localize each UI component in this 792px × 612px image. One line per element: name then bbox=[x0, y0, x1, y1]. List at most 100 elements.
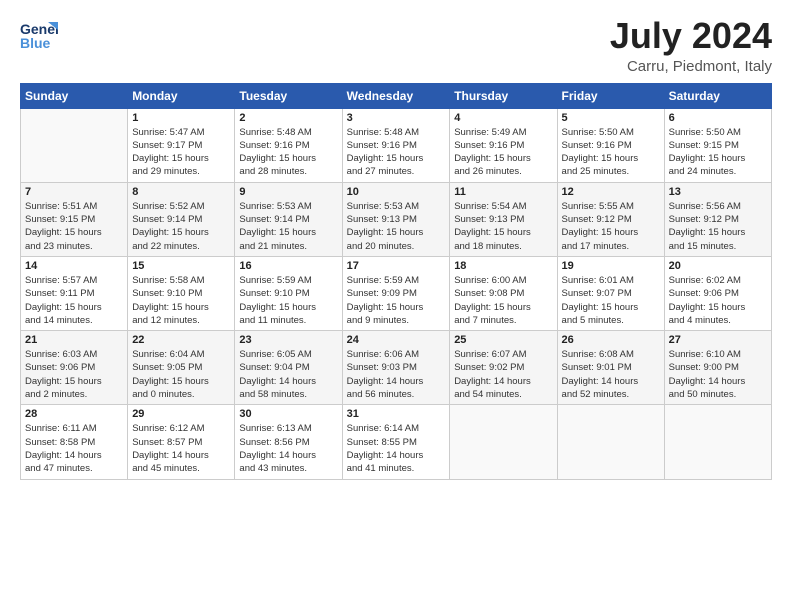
location: Carru, Piedmont, Italy bbox=[610, 58, 772, 75]
table-row: 9Sunrise: 5:53 AM Sunset: 9:14 PM Daylig… bbox=[235, 182, 342, 256]
day-info: Sunrise: 5:54 AM Sunset: 9:13 PM Dayligh… bbox=[454, 200, 552, 253]
day-number: 29 bbox=[132, 408, 230, 420]
day-info: Sunrise: 5:59 AM Sunset: 9:10 PM Dayligh… bbox=[239, 274, 337, 327]
day-number: 8 bbox=[132, 186, 230, 198]
day-info: Sunrise: 6:07 AM Sunset: 9:02 PM Dayligh… bbox=[454, 348, 552, 401]
col-monday: Monday bbox=[128, 83, 235, 108]
calendar-week-row: 14 Sunrise: 5:57 AM Sunset: 9:11 PM Dayli… bbox=[21, 256, 772, 330]
table-row: 26 Sunrise: 6:08 AM Sunset: 9:01 PM Dayli… bbox=[557, 331, 664, 405]
table-row: 3 Sunrise: 5:48 AM Sunset: 9:16 PM Daylig… bbox=[342, 108, 450, 182]
day-number: 20 bbox=[669, 260, 767, 272]
day-info: Sunrise: 5:48 AM Sunset: 9:16 PM Dayligh… bbox=[347, 126, 446, 179]
day-number: 24 bbox=[347, 334, 446, 346]
day-number: 4 bbox=[454, 112, 552, 124]
table-row bbox=[664, 405, 771, 479]
day-info: Sunrise: 5:49 AM Sunset: 9:16 PM Dayligh… bbox=[454, 126, 552, 179]
day-info: Sunrise: 5:48 AM Sunset: 9:16 PM Dayligh… bbox=[239, 126, 337, 179]
day-number: 11 bbox=[454, 186, 552, 198]
day-number: 31 bbox=[347, 408, 446, 420]
col-saturday: Saturday bbox=[664, 83, 771, 108]
day-number: 12 bbox=[562, 186, 660, 198]
day-number: 9 bbox=[239, 186, 337, 198]
table-row: 7 Sunrise: 5:51 AM Sunset: 9:15 PM Daylig… bbox=[21, 182, 128, 256]
day-number: 5 bbox=[562, 112, 660, 124]
day-info: Sunrise: 6:01 AM Sunset: 9:07 PM Dayligh… bbox=[562, 274, 660, 327]
day-number: 10 bbox=[347, 186, 446, 198]
day-info: Sunrise: 5:50 AM Sunset: 9:15 PM Dayligh… bbox=[669, 126, 767, 179]
day-number: 27 bbox=[669, 334, 767, 346]
day-number: 2 bbox=[239, 112, 337, 124]
day-number: 23 bbox=[239, 334, 337, 346]
calendar-week-row: 28 Sunrise: 6:11 AM Sunset: 8:58 PM Dayli… bbox=[21, 405, 772, 479]
day-number: 7 bbox=[25, 186, 123, 198]
day-info: Sunrise: 5:57 AM Sunset: 9:11 PM Dayligh… bbox=[25, 274, 123, 327]
col-sunday: Sunday bbox=[21, 83, 128, 108]
table-row: 6 Sunrise: 5:50 AM Sunset: 9:15 PM Daylig… bbox=[664, 108, 771, 182]
month-year: July 2024 bbox=[610, 16, 772, 56]
day-info: Sunrise: 5:59 AM Sunset: 9:09 PM Dayligh… bbox=[347, 274, 446, 327]
table-row: 5Sunrise: 5:50 AM Sunset: 9:16 PM Daylig… bbox=[557, 108, 664, 182]
day-number: 3 bbox=[347, 112, 446, 124]
table-row: 18 Sunrise: 6:00 AM Sunset: 9:08 PM Dayli… bbox=[450, 256, 557, 330]
day-info: Sunrise: 6:10 AM Sunset: 9:00 PM Dayligh… bbox=[669, 348, 767, 401]
table-row: 11 Sunrise: 5:54 AM Sunset: 9:13 PM Dayli… bbox=[450, 182, 557, 256]
table-row: 8 Sunrise: 5:52 AM Sunset: 9:14 PM Daylig… bbox=[128, 182, 235, 256]
table-row: 29Sunrise: 6:12 AM Sunset: 8:57 PM Dayli… bbox=[128, 405, 235, 479]
day-info: Sunrise: 6:04 AM Sunset: 9:05 PM Dayligh… bbox=[132, 348, 230, 401]
table-row bbox=[450, 405, 557, 479]
table-row: 17Sunrise: 5:59 AM Sunset: 9:09 PM Dayli… bbox=[342, 256, 450, 330]
title-section: July 2024 Carru, Piedmont, Italy bbox=[610, 16, 772, 75]
day-number: 1 bbox=[132, 112, 230, 124]
logo: General Blue bbox=[20, 16, 58, 54]
day-number: 13 bbox=[669, 186, 767, 198]
day-info: Sunrise: 6:03 AM Sunset: 9:06 PM Dayligh… bbox=[25, 348, 123, 401]
day-number: 30 bbox=[239, 408, 337, 420]
table-row: 1 Sunrise: 5:47 AM Sunset: 9:17 PM Daylig… bbox=[128, 108, 235, 182]
day-number: 25 bbox=[454, 334, 552, 346]
col-friday: Friday bbox=[557, 83, 664, 108]
day-info: Sunrise: 6:11 AM Sunset: 8:58 PM Dayligh… bbox=[25, 422, 123, 475]
table-row bbox=[557, 405, 664, 479]
day-number: 21 bbox=[25, 334, 123, 346]
day-info: Sunrise: 5:58 AM Sunset: 9:10 PM Dayligh… bbox=[132, 274, 230, 327]
day-info: Sunrise: 6:05 AM Sunset: 9:04 PM Dayligh… bbox=[239, 348, 337, 401]
table-row bbox=[21, 108, 128, 182]
day-info: Sunrise: 5:55 AM Sunset: 9:12 PM Dayligh… bbox=[562, 200, 660, 253]
day-info: Sunrise: 5:56 AM Sunset: 9:12 PM Dayligh… bbox=[669, 200, 767, 253]
day-info: Sunrise: 6:08 AM Sunset: 9:01 PM Dayligh… bbox=[562, 348, 660, 401]
day-info: Sunrise: 5:47 AM Sunset: 9:17 PM Dayligh… bbox=[132, 126, 230, 179]
table-row: 30 Sunrise: 6:13 AM Sunset: 8:56 PM Dayli… bbox=[235, 405, 342, 479]
table-row: 15Sunrise: 5:58 AM Sunset: 9:10 PM Dayli… bbox=[128, 256, 235, 330]
table-row: 12 Sunrise: 5:55 AM Sunset: 9:12 PM Dayli… bbox=[557, 182, 664, 256]
day-number: 26 bbox=[562, 334, 660, 346]
table-row: 14 Sunrise: 5:57 AM Sunset: 9:11 PM Dayli… bbox=[21, 256, 128, 330]
table-row: 10Sunrise: 5:53 AM Sunset: 9:13 PM Dayli… bbox=[342, 182, 450, 256]
day-info: Sunrise: 5:51 AM Sunset: 9:15 PM Dayligh… bbox=[25, 200, 123, 253]
day-number: 28 bbox=[25, 408, 123, 420]
col-tuesday: Tuesday bbox=[235, 83, 342, 108]
day-number: 6 bbox=[669, 112, 767, 124]
day-info: Sunrise: 5:52 AM Sunset: 9:14 PM Dayligh… bbox=[132, 200, 230, 253]
table-row: 16 Sunrise: 5:59 AM Sunset: 9:10 PM Dayli… bbox=[235, 256, 342, 330]
day-number: 19 bbox=[562, 260, 660, 272]
table-row: 20Sunrise: 6:02 AM Sunset: 9:06 PM Dayli… bbox=[664, 256, 771, 330]
day-info: Sunrise: 6:14 AM Sunset: 8:55 PM Dayligh… bbox=[347, 422, 446, 475]
day-number: 18 bbox=[454, 260, 552, 272]
day-number: 14 bbox=[25, 260, 123, 272]
table-row: 28 Sunrise: 6:11 AM Sunset: 8:58 PM Dayli… bbox=[21, 405, 128, 479]
table-row: 31 Sunrise: 6:14 AM Sunset: 8:55 PM Dayli… bbox=[342, 405, 450, 479]
table-row: 19 Sunrise: 6:01 AM Sunset: 9:07 PM Dayli… bbox=[557, 256, 664, 330]
day-info: Sunrise: 6:13 AM Sunset: 8:56 PM Dayligh… bbox=[239, 422, 337, 475]
header: General Blue July 2024 Carru, Piedmont, … bbox=[20, 16, 772, 75]
table-row: 13 Sunrise: 5:56 AM Sunset: 9:12 PM Dayli… bbox=[664, 182, 771, 256]
table-row: 25 Sunrise: 6:07 AM Sunset: 9:02 PM Dayli… bbox=[450, 331, 557, 405]
table-row: 22Sunrise: 6:04 AM Sunset: 9:05 PM Dayli… bbox=[128, 331, 235, 405]
day-info: Sunrise: 6:00 AM Sunset: 9:08 PM Dayligh… bbox=[454, 274, 552, 327]
table-row: 24 Sunrise: 6:06 AM Sunset: 9:03 PM Dayli… bbox=[342, 331, 450, 405]
col-wednesday: Wednesday bbox=[342, 83, 450, 108]
table-row: 27 Sunrise: 6:10 AM Sunset: 9:00 PM Dayli… bbox=[664, 331, 771, 405]
day-number: 16 bbox=[239, 260, 337, 272]
day-info: Sunrise: 6:06 AM Sunset: 9:03 PM Dayligh… bbox=[347, 348, 446, 401]
calendar-week-row: 21 Sunrise: 6:03 AM Sunset: 9:06 PM Dayli… bbox=[21, 331, 772, 405]
calendar-week-row: 7 Sunrise: 5:51 AM Sunset: 9:15 PM Daylig… bbox=[21, 182, 772, 256]
